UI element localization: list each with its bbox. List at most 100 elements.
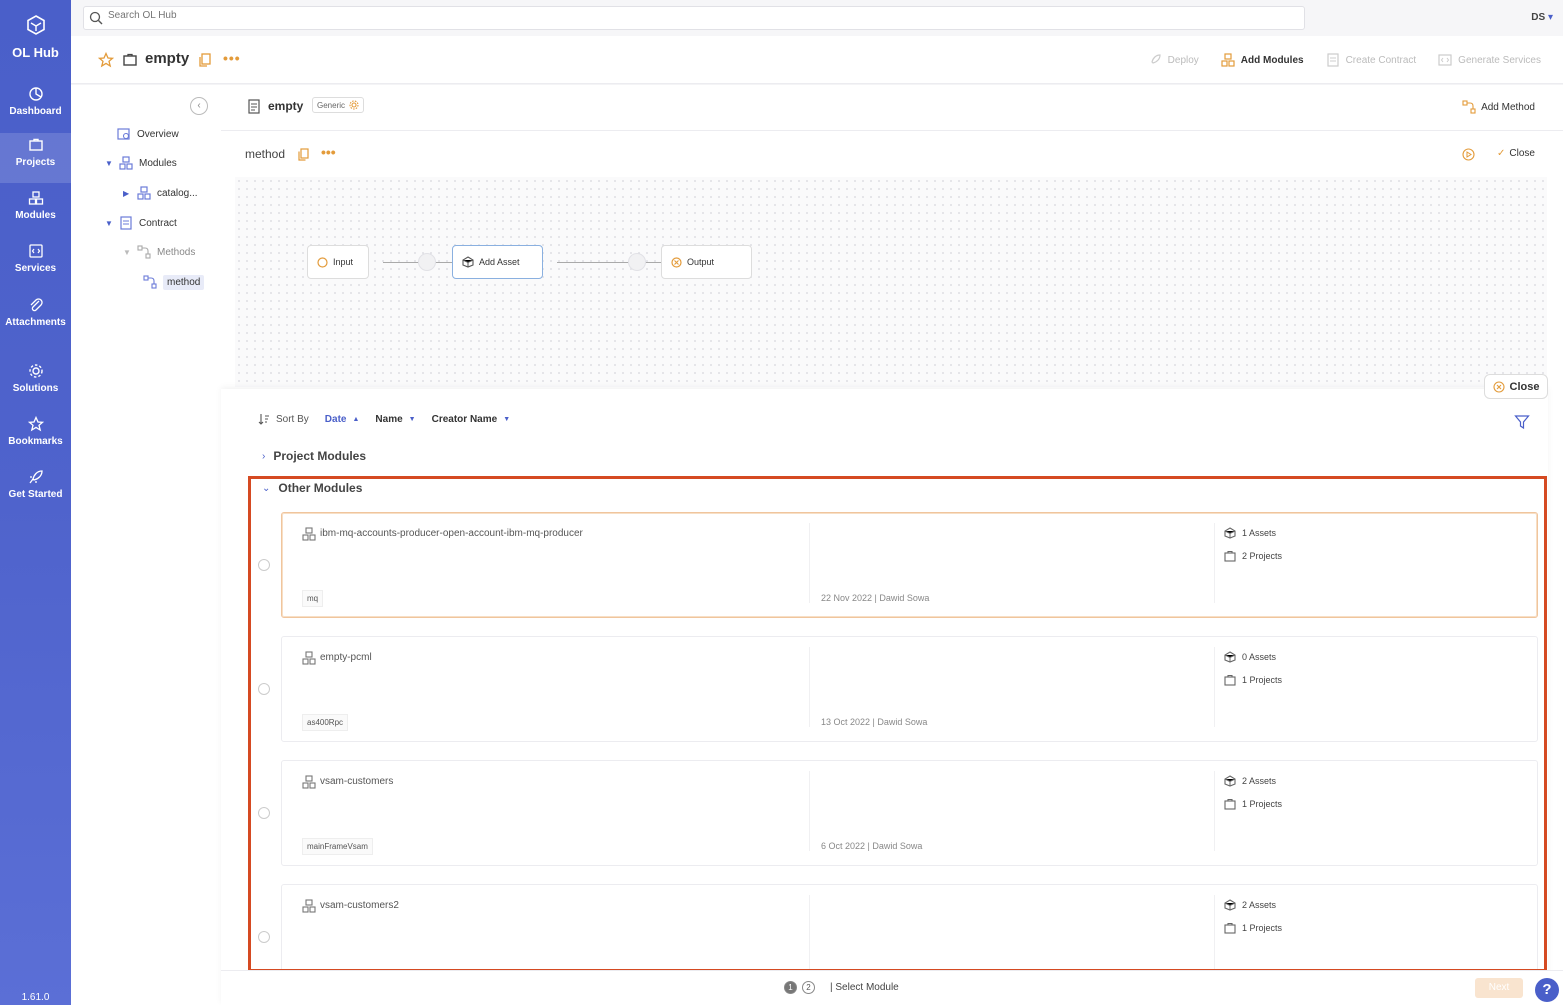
- step-dot[interactable]: 2: [802, 981, 815, 994]
- caret-down-icon[interactable]: ▼: [105, 159, 113, 168]
- sort-option-date[interactable]: Date ▲: [325, 414, 360, 425]
- section-other-modules[interactable]: ⌄ Other Modules: [262, 481, 362, 495]
- modules-icon: [302, 775, 316, 789]
- sort-option-name[interactable]: Name ▼: [375, 414, 415, 425]
- caret-down-icon[interactable]: ▼: [123, 248, 131, 257]
- user-menu[interactable]: DS ▾: [1531, 12, 1553, 23]
- nav-projects[interactable]: Projects: [0, 133, 71, 183]
- flow-node-output[interactable]: Output: [661, 245, 752, 279]
- divider: [1214, 647, 1215, 727]
- top-bar: DS ▾: [71, 0, 1563, 36]
- contract-type-tag[interactable]: Generic: [312, 97, 365, 113]
- divider: [1214, 895, 1215, 970]
- tree-item-catalog[interactable]: ▶ catalog...: [123, 185, 198, 201]
- method-close-button[interactable]: ✓ Close: [1497, 148, 1535, 159]
- sort-option-label: Creator Name: [431, 413, 498, 425]
- module-radio[interactable]: [258, 931, 270, 943]
- bookmark-star-icon[interactable]: [98, 52, 114, 68]
- module-card[interactable]: vsam-customers2 2 Assets 1 Projects: [281, 884, 1538, 970]
- search-input[interactable]: [108, 10, 508, 21]
- nav-attachments[interactable]: Attachments: [0, 293, 71, 343]
- tree-item-label: Overview: [137, 128, 179, 140]
- nav-bookmarks[interactable]: Bookmarks: [0, 412, 71, 462]
- flow-canvas[interactable]: Input Add Asset Output: [235, 177, 1547, 387]
- section-title: Other Modules: [278, 481, 363, 495]
- nav-dashboard[interactable]: Dashboard: [0, 82, 71, 132]
- module-assets: 0 Assets: [1224, 651, 1276, 663]
- module-meta: 22 Nov 2022 | Dawid Sowa: [821, 593, 930, 603]
- divider: [809, 771, 810, 851]
- generate-services-button[interactable]: Generate Services: [1438, 53, 1541, 67]
- flow-edge: [557, 262, 677, 263]
- modules-icon: [302, 651, 316, 665]
- chevron-left-icon: ‹: [197, 100, 201, 111]
- sort-option-creator-name[interactable]: Creator Name ▼: [432, 414, 511, 425]
- deploy-button[interactable]: Deploy: [1148, 53, 1199, 67]
- nav-modules[interactable]: Modules: [0, 186, 71, 236]
- module-meta: 13 Oct 2022 | Dawid Sowa: [821, 717, 928, 727]
- app-name: OL Hub: [12, 45, 59, 60]
- connector-handle[interactable]: [628, 253, 646, 271]
- assets-count: 1 Assets: [1242, 528, 1277, 538]
- collapse-panel-button[interactable]: ‹: [190, 97, 208, 115]
- nav-solutions[interactable]: Solutions: [0, 359, 71, 409]
- contract-bar: empty Generic Add Method: [221, 85, 1563, 131]
- nav-services[interactable]: Services: [0, 239, 71, 289]
- briefcase-icon: [1224, 550, 1236, 562]
- input-circle-icon: [317, 256, 328, 268]
- sort-ascending-icon: ▲: [352, 415, 360, 423]
- method-more-menu[interactable]: •••: [321, 144, 336, 160]
- chevron-down-icon: ▾: [1547, 12, 1553, 23]
- add-modules-label: Add Modules: [1240, 54, 1304, 66]
- assets-count: 0 Assets: [1242, 652, 1277, 662]
- section-project-modules[interactable]: › Project Modules: [262, 449, 366, 463]
- caret-down-icon[interactable]: ▼: [105, 219, 113, 228]
- brand[interactable]: OL Hub: [0, 14, 71, 60]
- copy-icon[interactable]: [298, 148, 309, 161]
- asset-icon: [1224, 527, 1236, 539]
- add-method-label: Add Method: [1481, 101, 1535, 113]
- output-x-icon: [671, 256, 682, 268]
- filter-icon[interactable]: [1514, 414, 1530, 430]
- tree-item-label: Contract: [139, 217, 177, 229]
- tree-item-methods[interactable]: ▼ Methods: [123, 244, 195, 260]
- module-card[interactable]: vsam-customers mainFrameVsam 6 Oct 2022 …: [281, 760, 1538, 866]
- nav-get-started-label: Get Started: [8, 489, 63, 500]
- tree-item-contract[interactable]: ▼ Contract: [105, 215, 177, 231]
- document-icon: [1326, 53, 1339, 67]
- tree-item-overview[interactable]: Overview: [117, 126, 179, 142]
- nav-services-label: Services: [14, 263, 57, 274]
- project-more-menu[interactable]: •••: [223, 50, 241, 66]
- gear-icon: [349, 100, 359, 110]
- tree-item-method[interactable]: method: [143, 274, 205, 290]
- tree-item-modules[interactable]: ▼ Modules: [105, 155, 177, 171]
- next-button[interactable]: Next: [1475, 978, 1523, 998]
- divider: [809, 523, 810, 603]
- module-card[interactable]: ibm-mq-accounts-producer-open-account-ib…: [281, 512, 1538, 618]
- overview-icon: [117, 128, 130, 140]
- module-card[interactable]: empty-pcml as400Rpc 13 Oct 2022 | Dawid …: [281, 636, 1538, 742]
- method-name: method: [245, 147, 286, 161]
- module-radio[interactable]: [258, 807, 270, 819]
- flow-node-input[interactable]: Input: [307, 245, 369, 279]
- search-box[interactable]: [83, 6, 1305, 30]
- play-icon[interactable]: [1462, 148, 1475, 161]
- add-modules-button[interactable]: Add Modules: [1221, 53, 1304, 67]
- flow-node-add-asset[interactable]: Add Asset: [452, 245, 543, 279]
- tree-item-label: Modules: [139, 157, 177, 169]
- step-dot[interactable]: 1: [784, 981, 797, 994]
- help-icon[interactable]: ?: [1535, 978, 1559, 1002]
- module-radio[interactable]: [258, 559, 270, 571]
- create-contract-button[interactable]: Create Contract: [1326, 53, 1416, 67]
- connector-handle[interactable]: [418, 253, 436, 271]
- add-method-button[interactable]: Add Method: [1462, 100, 1535, 114]
- modules-icon: [137, 186, 151, 200]
- module-radio[interactable]: [258, 683, 270, 695]
- briefcase-icon: [28, 138, 43, 151]
- caret-right-icon[interactable]: ▶: [123, 189, 131, 198]
- project-actions: Deploy Add Modules Create Contract Gener…: [1148, 53, 1541, 67]
- copy-icon[interactable]: [199, 53, 211, 67]
- nav-get-started[interactable]: Get Started: [0, 465, 71, 515]
- chevron-right-icon: ›: [262, 450, 266, 462]
- panel-close-button[interactable]: Close: [1484, 374, 1548, 399]
